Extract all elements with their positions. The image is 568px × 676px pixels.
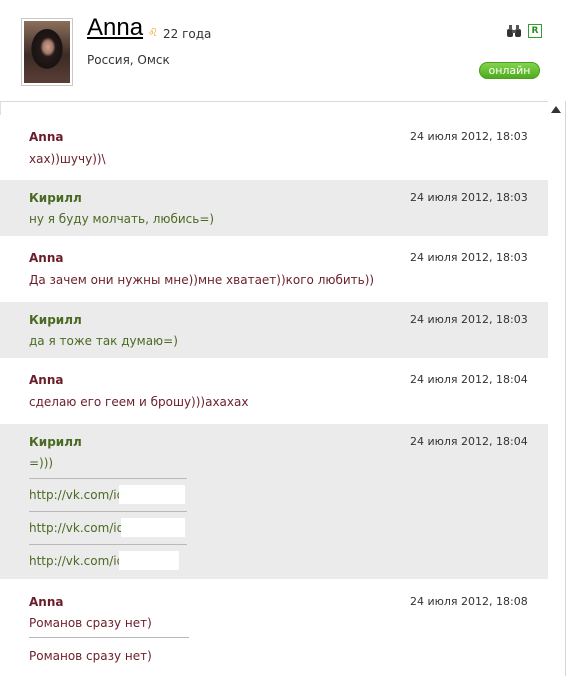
- message-time: 24 июля 2012, 18:04: [410, 373, 528, 386]
- message-time: 24 июля 2012, 18:03: [410, 130, 528, 143]
- message-text: Романов сразу нет): [29, 649, 152, 663]
- divider: [29, 478, 187, 479]
- message-text: Да зачем они нужны мне))мне хватает))ког…: [29, 273, 375, 287]
- message-text: да я тоже так думаю=): [29, 334, 178, 348]
- message-text: сделаю его геем и брошу)))ахахах: [29, 395, 249, 409]
- attachment-link[interactable]: http://vk.com/id: [29, 554, 124, 568]
- message-item: Кирилл 24 июля 2012, 18:04 =))) http://v…: [0, 424, 548, 579]
- message-item: Anna 24 июля 2012, 18:03 хах))шучу))\: [0, 115, 548, 180]
- redacted-block: [119, 551, 179, 570]
- profile-location: Россия, Омск: [87, 53, 170, 67]
- divider: [29, 637, 189, 638]
- message-time: 24 июля 2012, 18:03: [410, 251, 528, 264]
- profile-age: 22 года: [163, 27, 212, 41]
- message-author[interactable]: Anna: [29, 130, 63, 144]
- online-status-badge: онлайн: [479, 62, 540, 79]
- message-author[interactable]: Кирилл: [29, 313, 82, 327]
- message-time: 24 июля 2012, 18:03: [410, 313, 528, 326]
- message-item: Anna 24 июля 2012, 18:08 Романов сразу н…: [0, 579, 548, 676]
- message-text: ну я буду молчать, любись=): [29, 212, 215, 226]
- message-item: Кирилл 24 июля 2012, 18:03 да я тоже так…: [0, 302, 548, 358]
- binoculars-icon[interactable]: [506, 24, 522, 38]
- message-text: хах))шучу))\: [29, 152, 106, 166]
- attachment-link[interactable]: http://vk.com/id: [29, 488, 124, 502]
- message-author[interactable]: Anna: [29, 251, 63, 265]
- message-author[interactable]: Кирилл: [29, 191, 82, 205]
- message-time: 24 июля 2012, 18:08: [410, 595, 528, 608]
- message-time: 24 июля 2012, 18:03: [410, 191, 528, 204]
- message-author[interactable]: Кирилл: [29, 435, 82, 449]
- message-author[interactable]: Anna: [29, 373, 63, 387]
- profile-name-link[interactable]: Anna: [87, 14, 143, 42]
- redacted-block: [119, 485, 185, 504]
- scrollbar[interactable]: [548, 101, 565, 676]
- zodiac-icon: ♌: [148, 26, 158, 39]
- divider: [29, 511, 187, 512]
- scroll-up-arrow-icon[interactable]: [551, 106, 561, 113]
- avatar-image: [24, 21, 70, 83]
- message-item: Anna 24 июля 2012, 18:04 сделаю его геем…: [0, 358, 548, 424]
- message-item: Кирилл 24 июля 2012, 18:03 ну я буду мол…: [0, 180, 548, 236]
- redacted-block: [121, 518, 185, 537]
- avatar[interactable]: [21, 18, 73, 86]
- message-time: 24 июля 2012, 18:04: [410, 435, 528, 448]
- message-text: =))): [29, 456, 54, 470]
- attachment-link[interactable]: http://vk.com/id3: [29, 521, 132, 535]
- profile-header: Anna ♌ 22 года Россия, Омск R онлайн: [0, 0, 566, 102]
- message-item: Anna 24 июля 2012, 18:03 Да зачем они ну…: [0, 236, 548, 302]
- message-text: Романов сразу нет): [29, 616, 152, 630]
- divider: [29, 544, 187, 545]
- message-author[interactable]: Anna: [29, 595, 63, 609]
- r-badge-icon[interactable]: R: [528, 24, 542, 38]
